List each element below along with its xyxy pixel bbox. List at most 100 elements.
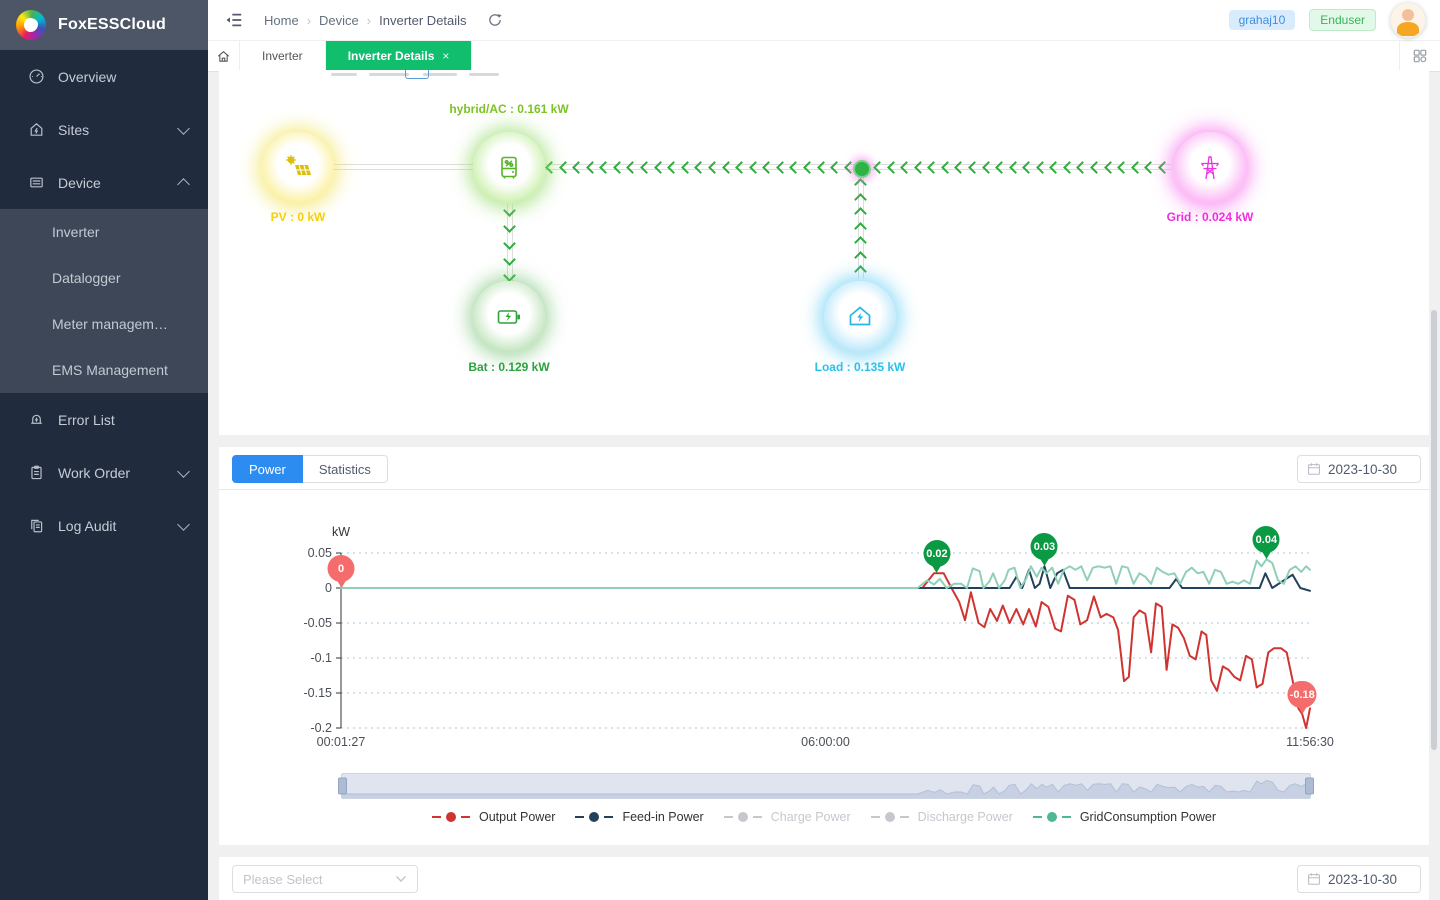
breadcrumb-item-home[interactable]: Home	[264, 13, 299, 28]
sidebar-item-log-audit[interactable]: Log Audit	[0, 499, 208, 552]
flow-junction-node	[853, 160, 871, 178]
y-axis-tick: -0.1	[310, 651, 332, 665]
close-tab-icon[interactable]: ×	[442, 49, 449, 63]
username-badge[interactable]: grahaj10	[1229, 10, 1296, 30]
sidebar: FoxESSCloud Overview Sites Device Inverter D…	[0, 0, 208, 900]
sidebar-item-label: Sites	[58, 122, 89, 138]
flow-arrow-icon	[503, 269, 516, 282]
sidebar-item-sites[interactable]: Sites	[0, 103, 208, 156]
legend-item-discharge-power[interactable]: Discharge Power	[871, 810, 1013, 824]
tab-bar: Inverter Inverter Details×	[208, 41, 1440, 72]
avatar-head	[1402, 9, 1414, 21]
flow-arrow-icon	[1049, 161, 1062, 174]
tab-inverter[interactable]: Inverter	[240, 41, 326, 71]
flow-arrow-icon	[749, 161, 762, 174]
sidebar-item-inverter[interactable]: Inverter	[0, 209, 208, 255]
flow-arrow-icon	[722, 161, 735, 174]
legend-item-charge-power[interactable]: Charge Power	[724, 810, 851, 824]
y-axis-tick: -0.15	[304, 686, 333, 700]
legend-line	[461, 816, 470, 818]
legend-item-feed-in-power[interactable]: Feed-in Power	[575, 810, 703, 824]
scrollbar[interactable]	[1431, 310, 1437, 750]
flow-arrow-icon	[854, 236, 867, 249]
tab-power[interactable]: Power	[232, 455, 303, 483]
flow-arrow-icon	[545, 161, 558, 174]
chart-canvas: 0.050-0.05-0.1-0.15-0.2kW00:01:2706:00:0…	[219, 522, 1429, 762]
legend-item-gridconsumption-power[interactable]: GridConsumption Power	[1033, 810, 1216, 824]
gauge-icon	[28, 68, 45, 85]
load-node[interactable]	[824, 281, 896, 353]
work-order-icon	[28, 464, 45, 481]
avatar[interactable]	[1390, 2, 1426, 38]
series-gridconsumption-power	[341, 559, 1310, 588]
sidebar-item-label: Log Audit	[58, 518, 116, 534]
sidebar-item-label: Meter managem…	[52, 316, 168, 332]
brand[interactable]: FoxESSCloud	[0, 0, 208, 50]
sidebar-item-ems-management[interactable]: EMS Management	[0, 347, 208, 393]
sidebar-item-datalogger[interactable]: Datalogger	[0, 255, 208, 301]
layout-grid-icon[interactable]	[1399, 41, 1440, 71]
tab-statistics[interactable]: Statistics	[303, 455, 388, 483]
power-chart-card: Power Statistics 2023-10-30 0.050-0.05-0…	[219, 447, 1429, 845]
variable-select[interactable]: Please Select	[232, 865, 418, 893]
chart-marker: 0.02	[923, 540, 950, 567]
breadcrumb-separator: ›	[307, 13, 311, 28]
sidebar-item-meter-managem[interactable]: Meter managem…	[0, 301, 208, 347]
flow-arrow-icon	[854, 193, 867, 206]
flow-arrows-inverter-to-battery	[502, 206, 516, 280]
chevron-down-icon	[395, 875, 407, 883]
sidebar-item-overview[interactable]: Overview	[0, 50, 208, 103]
sidebar-item-device[interactable]: Device	[0, 156, 208, 209]
pv-node[interactable]	[262, 132, 334, 204]
refresh-icon[interactable]	[487, 12, 503, 28]
brush-handle-right[interactable]	[1305, 778, 1314, 795]
flow-arrow-icon	[613, 161, 626, 174]
brush-handle-left[interactable]	[338, 778, 347, 795]
chart-zoom-brush[interactable]	[341, 773, 1311, 799]
sidebar-item-error-list[interactable]: Error List	[0, 393, 208, 446]
flow-arrow-icon	[572, 161, 585, 174]
tab-inverter-details[interactable]: Inverter Details×	[326, 41, 473, 71]
inverter-node[interactable]	[473, 132, 545, 204]
date-value-bottom: 2023-10-30	[1328, 872, 1397, 887]
battery-icon	[494, 302, 524, 332]
chart-mode-switch: Power Statistics	[232, 455, 388, 483]
sidebar-item-label: Inverter	[52, 224, 99, 240]
flow-arrows-load-to-junction	[853, 180, 867, 276]
battery-node[interactable]	[473, 281, 545, 353]
flow-arrow-icon	[503, 237, 516, 250]
flow-arrow-icon	[776, 161, 789, 174]
date-picker-bottom[interactable]: 2023-10-30	[1297, 865, 1421, 893]
y-axis-tick: -0.2	[310, 721, 332, 735]
sidebar-item-label: Device	[58, 175, 101, 191]
sidebar-item-label: EMS Management	[52, 362, 168, 378]
home-tab-icon[interactable]	[208, 41, 240, 71]
chart-marker-label: 0.03	[1034, 541, 1055, 553]
legend-dot-icon	[589, 812, 599, 822]
flow-arrow-icon	[503, 220, 516, 233]
flow-arrow-icon	[586, 161, 599, 174]
chart-marker-label: -0.18	[1290, 689, 1315, 701]
y-axis-tick: -0.05	[304, 616, 333, 630]
sidebar-item-work-order[interactable]: Work Order	[0, 446, 208, 499]
sidebar-item-label: Overview	[58, 69, 116, 85]
legend-line	[753, 816, 762, 818]
chevron-down-icon	[177, 122, 190, 135]
flow-arrow-icon	[762, 161, 775, 174]
legend-item-output-power[interactable]: Output Power	[432, 810, 555, 824]
brush-silhouette	[342, 774, 1310, 798]
sidebar-collapse-icon[interactable]	[224, 10, 244, 30]
avatar-body	[1397, 22, 1419, 36]
legend-dot-icon	[885, 812, 895, 822]
topbar: Home›Device›Inverter Details grahaj10 En…	[208, 0, 1440, 41]
breadcrumb-item-device[interactable]: Device	[319, 13, 359, 28]
flow-arrow-icon	[654, 161, 667, 174]
legend-label: Charge Power	[771, 810, 851, 824]
flow-arrow-icon	[982, 161, 995, 174]
legend-dot-icon	[1047, 812, 1057, 822]
grid-node[interactable]	[1174, 132, 1246, 204]
select-placeholder: Please Select	[243, 872, 323, 887]
chart-marker: 0.04	[1253, 526, 1280, 553]
sidebar-item-label: Work Order	[58, 465, 130, 481]
tab-label: Inverter	[262, 49, 303, 63]
